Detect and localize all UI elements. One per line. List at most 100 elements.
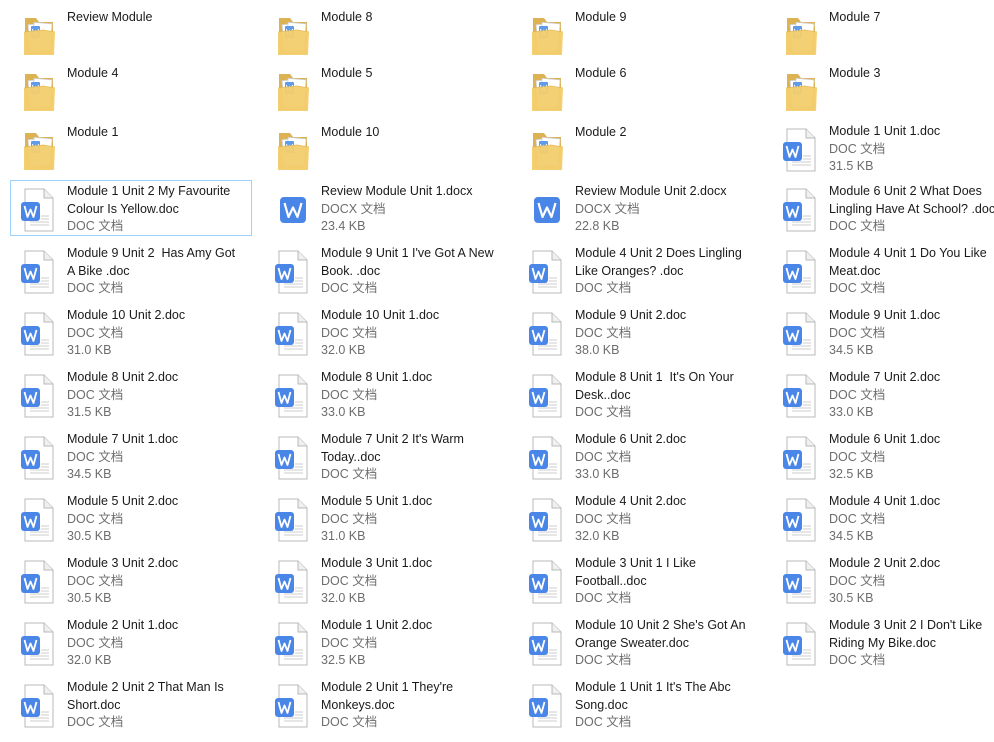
file-module-2-unit-1-doc[interactable]: Module 2 Unit 1.doc DOC 文档 32.0 KB [10, 614, 252, 670]
file-name-line: Module 1 Unit 2 My Favourite [67, 184, 231, 198]
folder-review-module[interactable]: Review Module [10, 5, 252, 61]
file-module-9-unit-2-doc[interactable]: Module 9 Unit 2.doc DOC 文档 38.0 KB [518, 304, 760, 360]
item-icon [271, 371, 315, 421]
file-type: DOCX 文档 [321, 201, 386, 216]
folder-module-8[interactable]: Module 8 [264, 5, 506, 61]
folder-module-1[interactable]: Module 1 [10, 120, 252, 176]
file-size: 32.0 KB [321, 343, 366, 357]
file-module-9-unit-1-i-ve-got-a-new-book-doc[interactable]: Module 9 Unit 1 I've Got A New Book. .doc… [264, 242, 506, 298]
item-text: Module 4 [67, 65, 251, 83]
file-type: DOC 文档 [321, 387, 378, 402]
file-module-2-unit-1-they-re-monkeys-doc[interactable]: Module 2 Unit 1 They're Monkeys.doc DOC 文档 [264, 676, 506, 732]
file-name-line: Colour Is Yellow.doc [67, 201, 179, 216]
folder-icon [277, 133, 310, 170]
file-module-10-unit-1-doc[interactable]: Module 10 Unit 1.doc DOC 文档 32.0 KB [264, 304, 506, 360]
file-module-7-unit-2-doc[interactable]: Module 7 Unit 2.doc DOC 文档 33.0 KB [772, 366, 994, 422]
word-document-icon [529, 374, 562, 418]
file-module-8-unit-2-doc[interactable]: Module 8 Unit 2.doc DOC 文档 31.5 KB [10, 366, 252, 422]
file-module-3-unit-2-i-don-t-like-riding-my-bike-doc[interactable]: Module 3 Unit 2 I Don't Like Riding My Bi… [772, 614, 994, 670]
item-text: Module 8 Unit 2.doc DOC 文档 31.5 KB [67, 369, 251, 421]
item-icon [271, 433, 315, 483]
file-module-4-unit-2-does-lingling-like-oranges-doc[interactable]: Module 4 Unit 2 Does Lingling Like Orange… [518, 242, 760, 298]
word-document-icon [529, 622, 562, 666]
folder-module-9[interactable]: Module 9 [518, 5, 760, 61]
file-module-6-unit-1-doc[interactable]: Module 6 Unit 1.doc DOC 文档 32.5 KB [772, 428, 994, 484]
item-text: Module 10 Unit 2 She's Got An Orange Swea… [575, 617, 759, 669]
word-document-icon [529, 684, 562, 728]
file-type: DOC 文档 [67, 573, 124, 588]
file-name-line: Module 4 Unit 1 Do You Like [829, 246, 987, 260]
file-module-4-unit-1-do-you-like-meat-doc[interactable]: Module 4 Unit 1 Do You Like Meat.doc DOC 文… [772, 242, 994, 298]
file-size: 32.0 KB [67, 653, 112, 667]
file-module-1-unit-2-doc[interactable]: Module 1 Unit 2.doc DOC 文档 32.5 KB [264, 614, 506, 670]
item-icon [779, 619, 823, 669]
file-name-line: Book. .doc [321, 263, 381, 278]
file-review-module-unit-2-docx[interactable]: Review Module Unit 2.docx DOCX 文档 22.8 KB [518, 180, 760, 236]
file-module-4-unit-1-doc[interactable]: Module 4 Unit 1.doc DOC 文档 34.5 KB [772, 490, 994, 546]
file-module-3-unit-1-i-like-football-doc[interactable]: Module 3 Unit 1 I Like Football..doc DOC 文… [518, 552, 760, 608]
file-type: DOC 文档 [829, 141, 886, 156]
file-module-10-unit-2-she-s-got-an-orange-sweater-doc[interactable]: Module 10 Unit 2 She's Got An Orange Swea… [518, 614, 760, 670]
file-name-line: Module 2 Unit 2 That Man Is [67, 680, 224, 694]
file-module-10-unit-2-doc[interactable]: Module 10 Unit 2.doc DOC 文档 31.0 KB [10, 304, 252, 360]
file-module-2-unit-2-that-man-is-short-doc[interactable]: Module 2 Unit 2 That Man Is Short.doc DOC … [10, 676, 252, 732]
file-module-3-unit-1-doc[interactable]: Module 3 Unit 1.doc DOC 文档 32.0 KB [264, 552, 506, 608]
file-review-module-unit-1-docx[interactable]: Review Module Unit 1.docx DOCX 文档 23.4 KB [264, 180, 506, 236]
file-module-1-unit-1-it-s-the-abc-song-doc[interactable]: Module 1 Unit 1 It's The Abc Song.doc DOC … [518, 676, 760, 732]
file-module-4-unit-2-doc[interactable]: Module 4 Unit 2.doc DOC 文档 32.0 KB [518, 490, 760, 546]
file-name-line: A Bike .doc [67, 263, 130, 278]
file-name-line: Meat.doc [829, 263, 881, 278]
file-module-8-unit-1-it-s-on-your-desk-doc[interactable]: Module 8 Unit 1 It's On Your Desk..doc DOC… [518, 366, 760, 422]
file-module-8-unit-1-doc[interactable]: Module 8 Unit 1.doc DOC 文档 33.0 KB [264, 366, 506, 422]
folder-module-6[interactable]: Module 6 [518, 61, 760, 117]
item-text: Review Module [67, 9, 251, 27]
file-module-6-unit-2-what-does-lingling-have-at-school-doc[interactable]: Module 6 Unit 2 What Does Lingling Have A… [772, 180, 994, 236]
file-name-line: Desk..doc [575, 387, 631, 402]
folder-module-3[interactable]: Module 3 [772, 61, 994, 117]
file-name-line: Module 4 Unit 2 Does Lingling [575, 246, 742, 260]
folder-icon [785, 74, 818, 111]
item-icon [271, 66, 315, 116]
item-icon [525, 66, 569, 116]
file-name-line: Like Oranges? .doc [575, 263, 684, 278]
item-text: Module 8 [321, 9, 505, 27]
file-type: DOC 文档 [829, 325, 886, 340]
file-module-5-unit-1-doc[interactable]: Module 5 Unit 1.doc DOC 文档 31.0 KB [264, 490, 506, 546]
file-name-line: Module 5 Unit 2.doc [67, 494, 179, 508]
folder-module-2[interactable]: Module 2 [518, 120, 760, 176]
file-type: DOC 文档 [829, 653, 886, 667]
folder-module-7[interactable]: Module 7 [772, 5, 994, 61]
item-text: Module 7 Unit 1.doc DOC 文档 34.5 KB [67, 431, 251, 483]
file-module-7-unit-2-it-s-warm-today-doc[interactable]: Module 7 Unit 2 It's Warm Today..doc DOC 文… [264, 428, 506, 484]
word-document-icon [783, 436, 816, 480]
item-icon [525, 371, 569, 421]
file-module-9-unit-2-has-amy-got-a-bike-doc[interactable]: Module 9 Unit 2 Has Amy Got A Bike .doc DO… [10, 242, 252, 298]
item-icon [17, 371, 61, 421]
file-module-7-unit-1-doc[interactable]: Module 7 Unit 1.doc DOC 文档 34.5 KB [10, 428, 252, 484]
file-type: DOC 文档 [321, 511, 378, 526]
folder-module-5[interactable]: Module 5 [264, 61, 506, 117]
file-name-line: Module 10 Unit 1.doc [321, 308, 440, 322]
folder-module-10[interactable]: Module 10 [264, 120, 506, 176]
file-module-2-unit-2-doc[interactable]: Module 2 Unit 2.doc DOC 文档 30.5 KB [772, 552, 994, 608]
file-type: DOC 文档 [321, 715, 378, 729]
item-icon [525, 125, 569, 175]
file-name-line: Module 2 Unit 1.doc [67, 618, 179, 632]
file-module-6-unit-2-doc[interactable]: Module 6 Unit 2.doc DOC 文档 33.0 KB [518, 428, 760, 484]
file-type: DOCX 文档 [575, 201, 640, 216]
item-text: Module 9 Unit 2.doc DOC 文档 38.0 KB [575, 307, 759, 359]
file-size: 30.5 KB [829, 591, 874, 605]
file-size: 31.5 KB [829, 159, 874, 173]
item-text: Module 1 [67, 124, 251, 142]
file-module-9-unit-1-doc[interactable]: Module 9 Unit 1.doc DOC 文档 34.5 KB [772, 304, 994, 360]
file-module-1-unit-2-my-favourite-colour-is-yellow-doc[interactable]: Module 1 Unit 2 My Favourite Colour Is Ye… [10, 180, 252, 236]
folder-icon [785, 18, 818, 55]
file-module-5-unit-2-doc[interactable]: Module 5 Unit 2.doc DOC 文档 30.5 KB [10, 490, 252, 546]
item-icon [779, 309, 823, 359]
file-module-1-unit-1-doc[interactable]: Module 1 Unit 1.doc DOC 文档 31.5 KB [772, 120, 994, 176]
file-module-3-unit-2-doc[interactable]: Module 3 Unit 2.doc DOC 文档 30.5 KB [10, 552, 252, 608]
folder-module-4[interactable]: Module 4 [10, 61, 252, 117]
word-document-icon [783, 312, 816, 356]
file-name-line: Module 10 [321, 125, 380, 139]
file-name-line: Orange Sweater.doc [575, 635, 689, 650]
